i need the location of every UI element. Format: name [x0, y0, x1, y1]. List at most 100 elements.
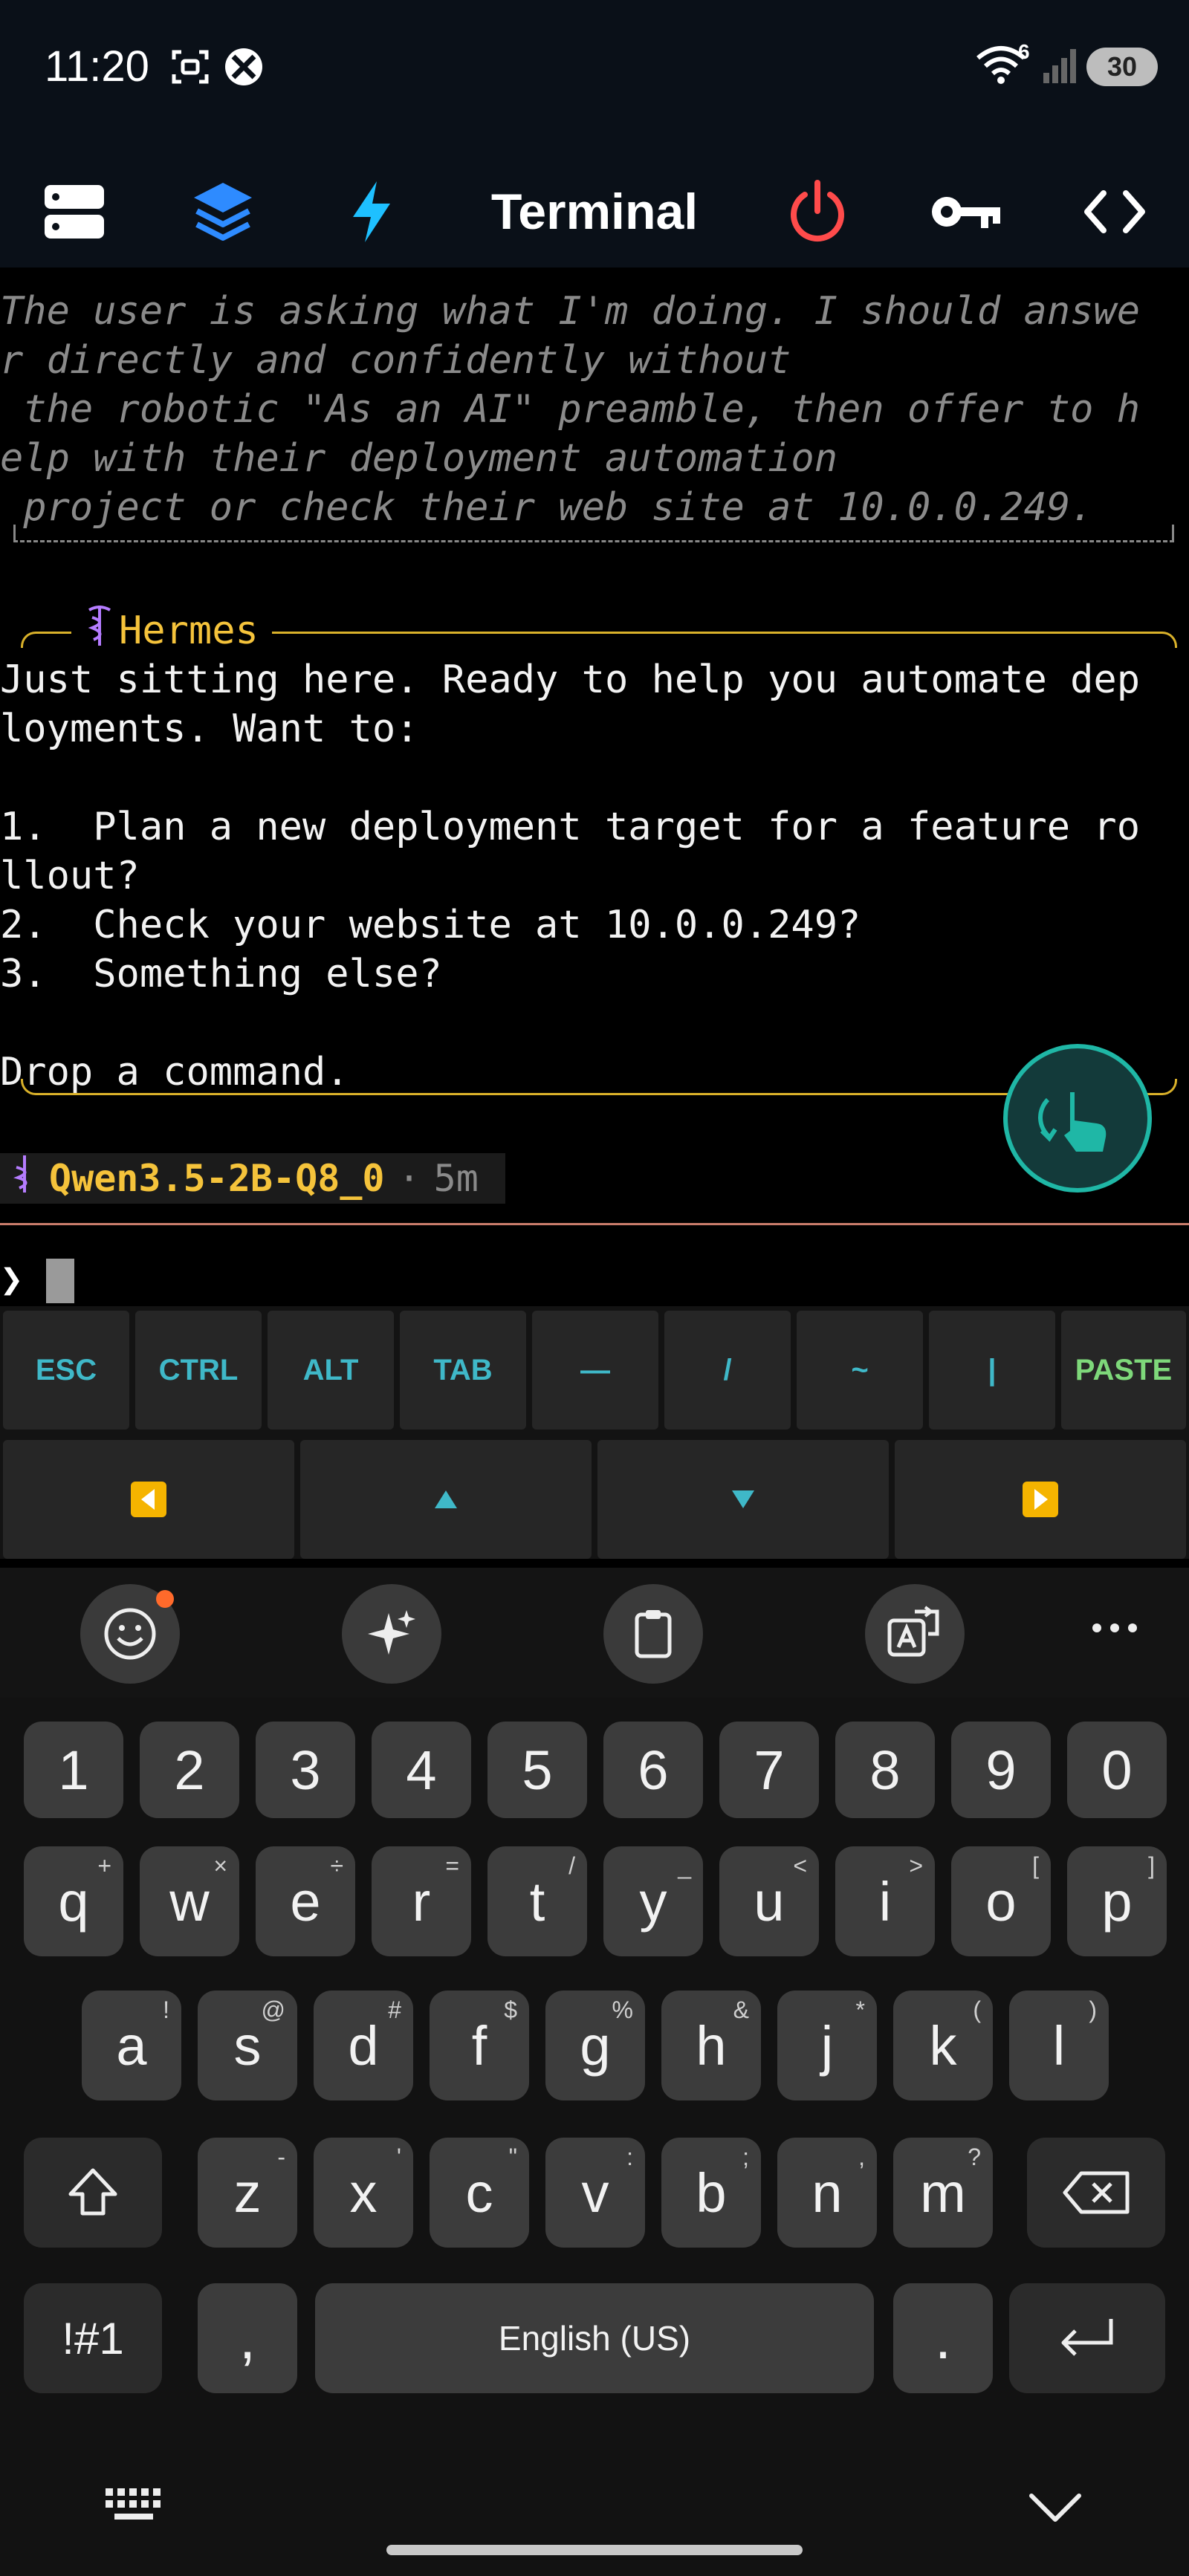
bolt-icon[interactable]: [331, 171, 412, 253]
key-p[interactable]: p]: [1067, 1846, 1167, 1956]
key-o[interactable]: o[: [951, 1846, 1051, 1956]
key-g[interactable]: g%: [545, 1991, 645, 2100]
key-0[interactable]: 0: [1067, 1722, 1167, 1818]
clipboard-button[interactable]: [603, 1584, 703, 1684]
key-b[interactable]: b;: [661, 2138, 761, 2248]
gesture-mode-button[interactable]: [1003, 1044, 1152, 1193]
answer-line: loyments. Want to:: [0, 707, 419, 751]
notification-dot: [156, 1590, 174, 1608]
answer-line: Just sitting here. Ready to help you aut…: [0, 658, 1141, 702]
key-q[interactable]: q +: [24, 1846, 123, 1956]
key-4[interactable]: 4: [372, 1722, 471, 1818]
page-title: Terminal: [490, 184, 699, 240]
shift-key[interactable]: [24, 2138, 162, 2248]
caduceus-icon: [13, 1154, 36, 1203]
key-v[interactable]: v:: [545, 2138, 645, 2248]
key-z[interactable]: z-: [198, 2138, 297, 2248]
thinking-line: The user is asking what I'm doing. I sho…: [0, 289, 1141, 334]
key-x[interactable]: x ': [314, 2138, 413, 2248]
backspace-icon: [1063, 2171, 1130, 2214]
enter-key[interactable]: [1009, 2283, 1165, 2393]
key-7[interactable]: 7: [719, 1722, 819, 1818]
key-9[interactable]: 9: [951, 1722, 1051, 1818]
status-bar: 11:20 6 30: [0, 0, 1189, 134]
arrow-left-icon: [131, 1482, 166, 1517]
elapsed-time: 5m: [433, 1157, 479, 1200]
key-h[interactable]: h &: [661, 1991, 761, 2100]
signal-icon: [1040, 45, 1082, 90]
arrow-up-icon: [435, 1490, 457, 1508]
key-l[interactable]: l): [1009, 1991, 1109, 2100]
key-i[interactable]: i >: [835, 1846, 935, 1956]
key-c[interactable]: c ": [430, 2138, 529, 2248]
layers-icon[interactable]: [182, 171, 264, 253]
key-y[interactable]: y _: [603, 1846, 703, 1956]
key-8[interactable]: 8: [835, 1722, 935, 1818]
key-s[interactable]: s @: [198, 1991, 297, 2100]
thinking-line: r directly and confidently without: [0, 338, 791, 383]
arrow-left-key[interactable]: [3, 1440, 294, 1559]
key-icon[interactable]: [925, 171, 1007, 253]
ai-sparkle-button[interactable]: [342, 1584, 441, 1684]
translate-button[interactable]: [865, 1584, 965, 1684]
app-toolbar: Terminal: [0, 134, 1189, 290]
pipe-key[interactable]: |: [929, 1311, 1055, 1430]
key-u[interactable]: u <: [719, 1846, 819, 1956]
xbox-icon: [223, 46, 265, 91]
key-d[interactable]: d #: [314, 1991, 413, 2100]
key-t[interactable]: t /: [487, 1846, 587, 1956]
backspace-key[interactable]: [1027, 2138, 1165, 2248]
key-6[interactable]: 6: [603, 1722, 703, 1818]
arrow-up-key[interactable]: [300, 1440, 592, 1559]
arrow-right-key[interactable]: [895, 1440, 1186, 1559]
clipboard-icon: [635, 1610, 672, 1658]
answer-line: llout?: [0, 854, 140, 898]
paste-key[interactable]: PASTE: [1061, 1311, 1186, 1430]
dash-key[interactable]: —: [532, 1311, 658, 1430]
key-k[interactable]: k(: [893, 1991, 993, 2100]
key-a[interactable]: a!: [82, 1991, 181, 2100]
slash-key[interactable]: /: [664, 1311, 791, 1430]
ctrl-key[interactable]: CTRL: [135, 1311, 262, 1430]
tilde-key[interactable]: ~: [797, 1311, 923, 1430]
arrow-down-key[interactable]: [597, 1440, 889, 1559]
more-options-icon[interactable]: [1085, 1617, 1144, 1643]
arrow-down-icon: [732, 1490, 754, 1508]
key-m[interactable]: m?: [893, 2138, 993, 2248]
keyboard-switch-icon[interactable]: [104, 2487, 165, 2528]
emoji-button[interactable]: [80, 1584, 180, 1684]
comma-key[interactable]: ,: [198, 2283, 297, 2393]
symbols-key[interactable]: !#1: [24, 2283, 162, 2393]
wifi-badge: 6: [1018, 40, 1030, 63]
hermes-header: Hermes: [71, 606, 272, 655]
key-f[interactable]: f $: [430, 1991, 529, 2100]
key-e[interactable]: e ÷: [256, 1846, 355, 1956]
period-key[interactable]: .: [893, 2283, 993, 2393]
home-gesture-bar[interactable]: [386, 2545, 803, 2555]
hide-keyboard-icon[interactable]: [1027, 2491, 1083, 2528]
text-cursor: [46, 1259, 74, 1303]
prompt-symbol: ❯: [0, 1257, 24, 1302]
emoji-icon: [104, 1608, 156, 1660]
esc-key[interactable]: ESC: [3, 1311, 129, 1430]
key-j[interactable]: j *: [777, 1991, 877, 2100]
key-2[interactable]: 2: [140, 1722, 239, 1818]
key-w[interactable]: w ×: [140, 1846, 239, 1956]
key-r[interactable]: r =: [372, 1846, 471, 1956]
answer-line: 2. Check your website at 10.0.0.249?: [0, 903, 861, 947]
enter-icon: [1061, 2319, 1113, 2356]
tab-key[interactable]: TAB: [400, 1311, 526, 1430]
key-n[interactable]: n,: [777, 2138, 877, 2248]
servers-icon[interactable]: [33, 171, 115, 253]
model-separator: ·: [398, 1157, 421, 1200]
key-1[interactable]: 1: [24, 1722, 123, 1818]
code-icon[interactable]: [1074, 171, 1156, 253]
alt-key[interactable]: ALT: [268, 1311, 394, 1430]
shift-icon: [68, 2168, 117, 2216]
screenshot-icon: [169, 46, 211, 91]
key-3[interactable]: 3: [256, 1722, 355, 1818]
power-icon[interactable]: [777, 171, 858, 253]
answer-line: 3. Something else?: [0, 952, 442, 996]
key-5[interactable]: 5: [487, 1722, 587, 1818]
space-bar[interactable]: English (US): [315, 2283, 874, 2393]
